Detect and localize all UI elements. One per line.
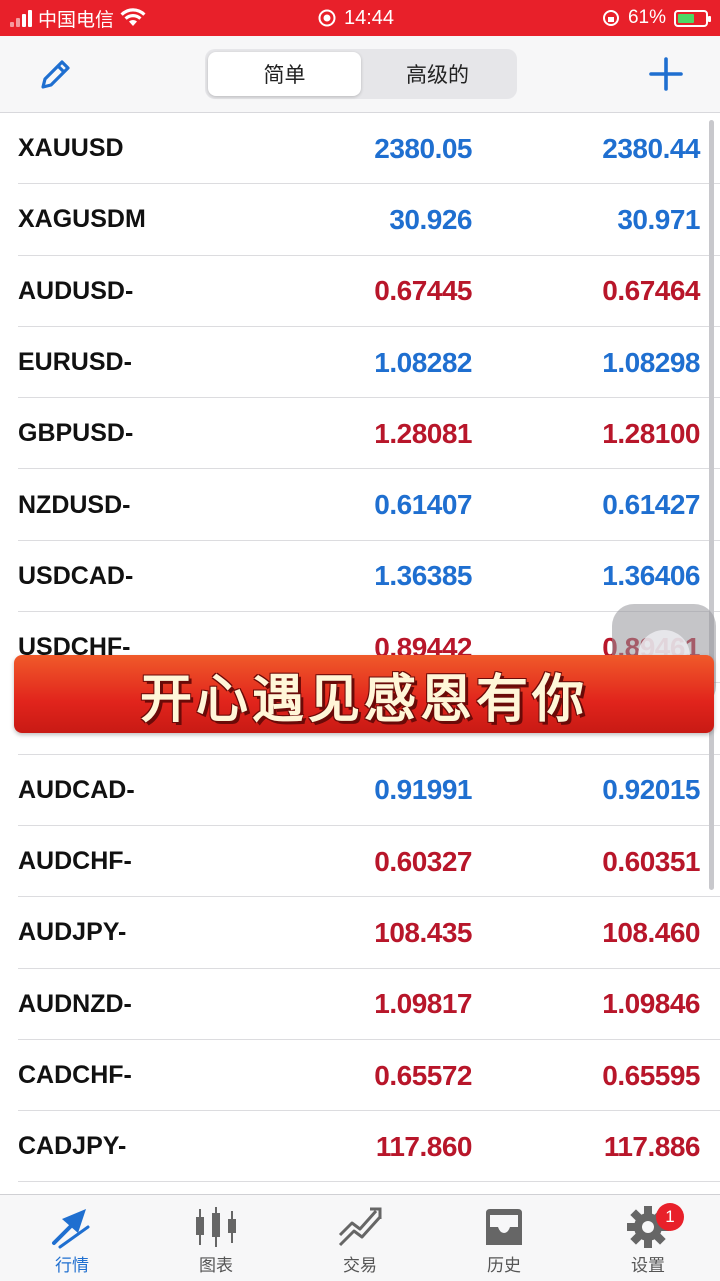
- recording-icon: [318, 9, 336, 27]
- quote-row[interactable]: CADJPY- 117.860 117.886: [0, 1111, 720, 1183]
- quote-row[interactable]: USDCAD- 1.36385 1.36406: [0, 541, 720, 613]
- symbol-name: NZDUSD-: [18, 490, 131, 519]
- ask-price: 0.65595: [602, 1059, 700, 1091]
- symbol-name: XAUUSD: [18, 134, 124, 163]
- ask-price: 0.61427: [602, 489, 700, 521]
- add-symbol-button[interactable]: [642, 50, 690, 98]
- bid-price: 1.09817: [374, 988, 472, 1020]
- tab-quotes[interactable]: 行情: [0, 1195, 144, 1281]
- bid-price: 2380.05: [374, 132, 472, 164]
- tab-label-quotes: 行情: [55, 1256, 89, 1275]
- tab-charts[interactable]: 图表: [144, 1195, 288, 1281]
- symbol-name: XAGUSDM: [18, 205, 146, 234]
- cellular-signal-icon: [10, 9, 32, 27]
- pencil-icon: [41, 60, 70, 89]
- symbol-name: CADCHF-: [18, 1061, 132, 1089]
- ask-price: 0.92015: [602, 774, 700, 806]
- quotes-icon: [52, 1209, 90, 1249]
- quote-row[interactable]: EURUSD- 1.08282 1.08298: [0, 327, 720, 399]
- tab-trade[interactable]: 交易: [288, 1195, 432, 1281]
- ask-price: 117.886: [603, 1130, 701, 1162]
- trade-trend-icon: [338, 1207, 382, 1247]
- ask-price: 1.36406: [602, 560, 700, 592]
- ask-price: 108.460: [602, 916, 700, 948]
- symbol-name: AUDCHF-: [18, 847, 132, 876]
- symbol-name: AUDCAD-: [18, 775, 135, 804]
- history-inbox-icon: [486, 1209, 522, 1245]
- quote-row[interactable]: AUDJPY- 108.435 108.460: [0, 897, 720, 969]
- quote-row[interactable]: GBPUSD- 1.28081 1.28100: [0, 398, 720, 470]
- notification-badge: 1: [656, 1203, 684, 1231]
- bid-price: 1.08282: [374, 346, 472, 378]
- bid-price: 108.435: [374, 916, 472, 948]
- scrollbar[interactable]: [709, 120, 714, 890]
- bottom-tab-bar: 行情 图表 交易 历史 设置 1: [0, 1194, 720, 1281]
- view-mode-segmented-control: 简单 高级的: [205, 49, 517, 99]
- quote-row[interactable]: AUDCHF- 0.60327 0.60351: [0, 826, 720, 898]
- ask-price: 1.28100: [602, 417, 700, 449]
- wifi-icon: [120, 8, 146, 26]
- symbol-name: CADJPY-: [18, 1132, 127, 1161]
- bid-price: 30.926: [389, 203, 472, 235]
- clock-time: 14:44: [344, 6, 395, 29]
- overlay-banner: 开心遇见感恩有你: [14, 655, 714, 733]
- ask-price: 2380.44: [602, 132, 700, 164]
- plus-icon: [649, 57, 683, 91]
- quote-row[interactable]: CADCHF- 0.65572 0.65595: [0, 1040, 720, 1112]
- symbol-name: GBPUSD-: [18, 419, 134, 448]
- candlestick-chart-icon: [196, 1207, 236, 1247]
- ask-price: 0.67464: [602, 275, 700, 307]
- quote-row[interactable]: XAUUSD 2380.05 2380.44: [0, 113, 720, 185]
- bid-price: 117.860: [375, 1130, 473, 1162]
- bid-price: 0.60327: [374, 845, 472, 877]
- tab-label-trade: 交易: [343, 1256, 377, 1275]
- status-bar: 中国电信 14:44 61%: [0, 0, 720, 36]
- battery-icon: [674, 9, 711, 27]
- tab-label-charts: 图表: [199, 1256, 233, 1275]
- symbol-name: USDCAD-: [18, 561, 134, 590]
- quote-row[interactable]: AUDUSD- 0.67445 0.67464: [0, 256, 720, 328]
- bid-price: 0.61407: [374, 489, 472, 521]
- symbol-name: AUDUSD-: [18, 276, 134, 305]
- tab-label-settings: 设置: [631, 1256, 665, 1275]
- symbol-name: AUDJPY-: [18, 918, 127, 947]
- bid-price: 0.91991: [374, 774, 472, 806]
- segment-advanced[interactable]: 高级的: [361, 52, 514, 96]
- quote-row[interactable]: NZDUSD- 0.61407 0.61427: [0, 469, 720, 542]
- tab-settings[interactable]: 设置 1: [576, 1195, 720, 1281]
- tab-history[interactable]: 历史: [432, 1195, 576, 1281]
- tab-label-history: 历史: [487, 1256, 521, 1275]
- bid-price: 0.65572: [374, 1059, 472, 1091]
- quotes-header: 简单 高级的: [0, 36, 720, 113]
- symbol-name: EURUSD-: [18, 348, 132, 377]
- battery-percent: 61%: [627, 7, 666, 28]
- ask-price: 30.971: [617, 203, 700, 235]
- quote-row[interactable]: AUDCAD- 0.91991 0.92015: [0, 755, 720, 827]
- ask-price: 1.08298: [602, 346, 700, 378]
- symbol-name: AUDNZD-: [18, 989, 132, 1018]
- segment-simple[interactable]: 简单: [208, 52, 361, 96]
- bid-price: 0.67445: [374, 275, 472, 307]
- quote-row[interactable]: AUDNZD- 1.09817 1.09846: [0, 969, 720, 1041]
- ask-price: 1.09846: [602, 988, 700, 1020]
- bid-price: 1.36385: [374, 560, 472, 592]
- ask-price: 0.60351: [602, 845, 700, 877]
- bid-price: 1.28081: [374, 417, 472, 449]
- banner-text: 开心遇见感恩有你: [139, 668, 588, 730]
- edit-button[interactable]: [34, 52, 78, 96]
- quote-row[interactable]: XAGUSDM 30.926 30.971: [0, 184, 720, 256]
- rotation-lock-icon: [602, 10, 619, 26]
- carrier-name: 中国电信: [38, 9, 115, 31]
